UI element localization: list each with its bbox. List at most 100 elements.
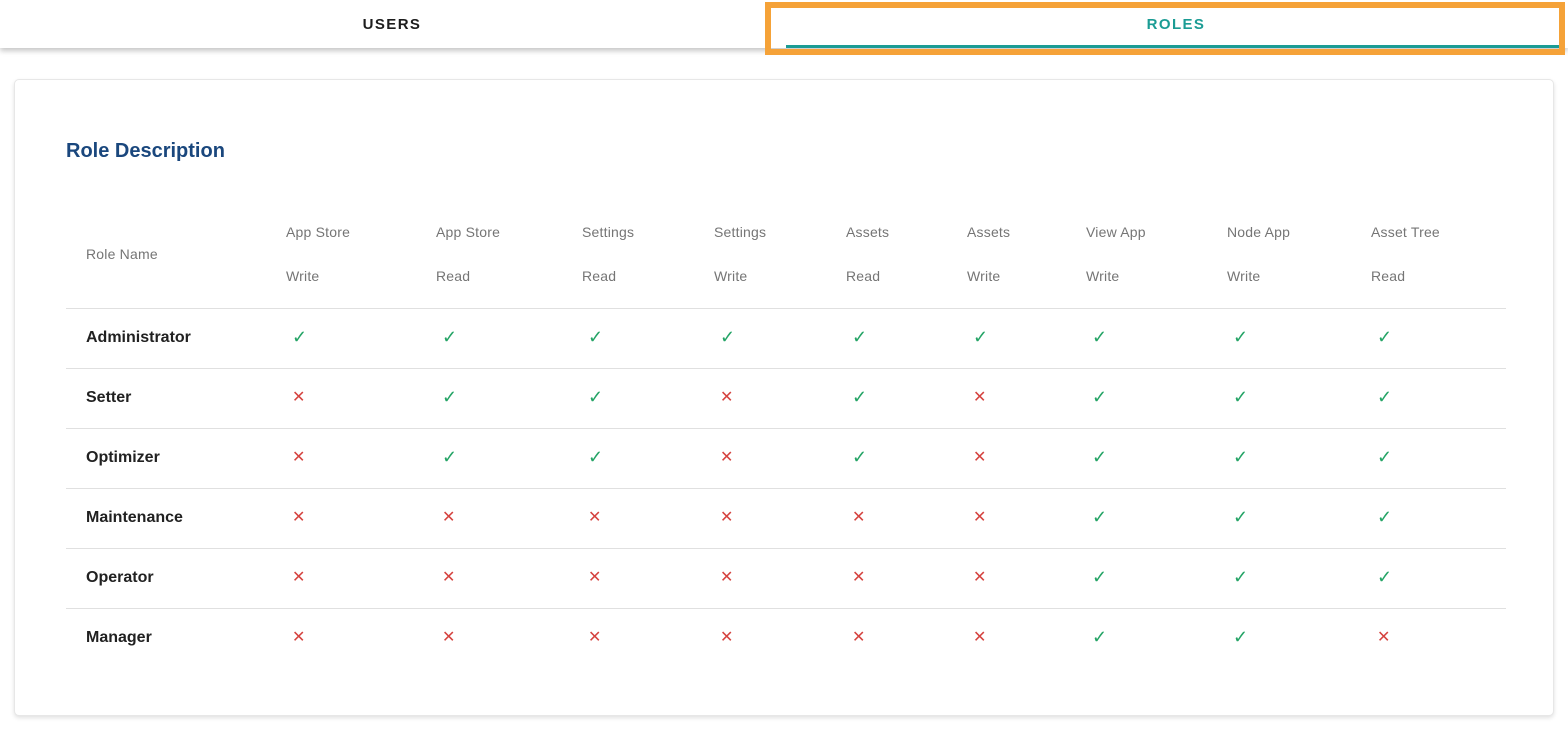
cross-icon: ✕ [720, 510, 733, 526]
permission-cell: ✕ [714, 548, 846, 608]
check-icon: ✓ [1092, 628, 1107, 646]
table-header-row: Role NameApp StoreWriteApp StoreReadSett… [66, 200, 1506, 308]
check-icon: ✓ [1092, 508, 1107, 526]
column-header-node-app-write: Node AppWrite [1227, 200, 1371, 308]
permission-cell: ✓ [1371, 428, 1506, 488]
permission-cell: ✕ [286, 368, 436, 428]
permission-cell: ✕ [582, 548, 714, 608]
check-icon: ✓ [1092, 568, 1107, 586]
permission-cell: ✓ [582, 368, 714, 428]
role-row-optimizer: Optimizer✕✓✓✕✓✕✓✓✓ [66, 428, 1506, 488]
permission-cell: ✓ [436, 368, 582, 428]
column-header-app-store-read: App StoreRead [436, 200, 582, 308]
check-icon: ✓ [442, 388, 457, 406]
role-row-operator: Operator ✕ ✕ ✕ ✕ ✕ ✕ ✓ ✓ ✓ [66, 548, 1506, 608]
cross-icon: ✕ [852, 630, 865, 646]
permission-cell: ✓ [1371, 548, 1506, 608]
permission-cell: ✕ [582, 488, 714, 548]
permission-cell: ✓ [582, 308, 714, 368]
permission-cell: ✕ [967, 368, 1086, 428]
permission-cell: ✓ [846, 428, 967, 488]
permission-cell: ✕ [714, 608, 846, 668]
permission-cell: ✓ [1371, 368, 1506, 428]
cross-icon: ✕ [973, 450, 986, 466]
column-header-view-app-write: View AppWrite [1086, 200, 1227, 308]
role-row-setter: Setter✕✓✓✕✓✕✓✓✓ [66, 368, 1506, 428]
column-header-assets-read: AssetsRead [846, 200, 967, 308]
check-icon: ✓ [1233, 568, 1248, 586]
permission-cell: ✓ [1086, 608, 1227, 668]
check-icon: ✓ [1233, 508, 1248, 526]
check-icon: ✓ [1233, 388, 1248, 406]
tab-roles-label: ROLES [1147, 16, 1206, 33]
column-header-settings-write: SettingsWrite [714, 200, 846, 308]
role-name: Administrator [66, 308, 286, 368]
permission-cell: ✓ [1371, 308, 1506, 368]
check-icon: ✓ [720, 328, 735, 346]
cross-icon: ✕ [588, 510, 601, 526]
check-icon: ✓ [852, 328, 867, 346]
check-icon: ✓ [1377, 448, 1392, 466]
cross-icon: ✕ [720, 570, 733, 586]
active-tab-indicator [786, 45, 1561, 48]
permission-cell: ✕ [436, 548, 582, 608]
check-icon: ✓ [588, 328, 603, 346]
check-icon: ✓ [1233, 328, 1248, 346]
permission-cell: ✕ [286, 488, 436, 548]
cross-icon: ✕ [973, 510, 986, 526]
permission-cell: ✕ [436, 608, 582, 668]
role-name: Maintenance [66, 488, 286, 548]
role-row-administrator: Administrator✓✓✓✓✓✓✓✓✓ [66, 308, 1506, 368]
permission-cell: ✓ [1086, 428, 1227, 488]
permission-cell: ✕ [286, 428, 436, 488]
check-icon: ✓ [973, 328, 988, 346]
permission-cell: ✓ [1086, 548, 1227, 608]
check-icon: ✓ [442, 328, 457, 346]
check-icon: ✓ [292, 328, 307, 346]
permission-cell: ✓ [1227, 608, 1371, 668]
role-name: Operator [66, 548, 286, 608]
tab-roles[interactable]: ROLES [784, 0, 1568, 48]
cross-icon: ✕ [852, 570, 865, 586]
cross-icon: ✕ [292, 510, 305, 526]
role-name: Manager [66, 608, 286, 668]
permission-cell: ✕ [714, 428, 846, 488]
tab-users-label: USERS [363, 16, 422, 33]
permission-cell: ✓ [582, 428, 714, 488]
permission-cell: ✕ [714, 488, 846, 548]
cross-icon: ✕ [720, 450, 733, 466]
permission-cell: ✕ [286, 548, 436, 608]
cross-icon: ✕ [973, 570, 986, 586]
cross-icon: ✕ [588, 630, 601, 646]
permission-cell: ✕ [967, 548, 1086, 608]
permission-cell: ✓ [1086, 368, 1227, 428]
permission-cell: ✓ [436, 428, 582, 488]
permission-cell: ✓ [1227, 548, 1371, 608]
cross-icon: ✕ [292, 570, 305, 586]
permission-cell: ✕ [582, 608, 714, 668]
role-description-card: Role Description Role NameApp StoreWrite… [14, 79, 1554, 716]
check-icon: ✓ [1377, 388, 1392, 406]
permission-cell: ✓ [1227, 428, 1371, 488]
role-row-manager: Manager✕✕✕✕✕✕✓✓✕ [66, 608, 1506, 668]
cross-icon: ✕ [852, 510, 865, 526]
check-icon: ✓ [1233, 628, 1248, 646]
cross-icon: ✕ [720, 390, 733, 406]
column-header-assets-write: AssetsWrite [967, 200, 1086, 308]
permission-cell: ✓ [714, 308, 846, 368]
check-icon: ✓ [588, 388, 603, 406]
column-header-settings-read: SettingsRead [582, 200, 714, 308]
roles-permissions-table: Role NameApp StoreWriteApp StoreReadSett… [66, 200, 1506, 668]
card-title: Role Description [66, 140, 1504, 163]
cross-icon: ✕ [442, 510, 455, 526]
permission-cell: ✓ [1227, 308, 1371, 368]
role-row-maintenance: Maintenance✕✕✕✕✕✕✓✓✓ [66, 488, 1506, 548]
column-header-asset-tree-read: Asset TreeRead [1371, 200, 1506, 308]
cross-icon: ✕ [720, 630, 733, 646]
tab-users[interactable]: USERS [0, 0, 784, 48]
check-icon: ✓ [1092, 388, 1107, 406]
cross-icon: ✕ [588, 570, 601, 586]
check-icon: ✓ [1092, 448, 1107, 466]
column-header-app-store-write: App StoreWrite [286, 200, 436, 308]
permission-cell: ✕ [714, 368, 846, 428]
